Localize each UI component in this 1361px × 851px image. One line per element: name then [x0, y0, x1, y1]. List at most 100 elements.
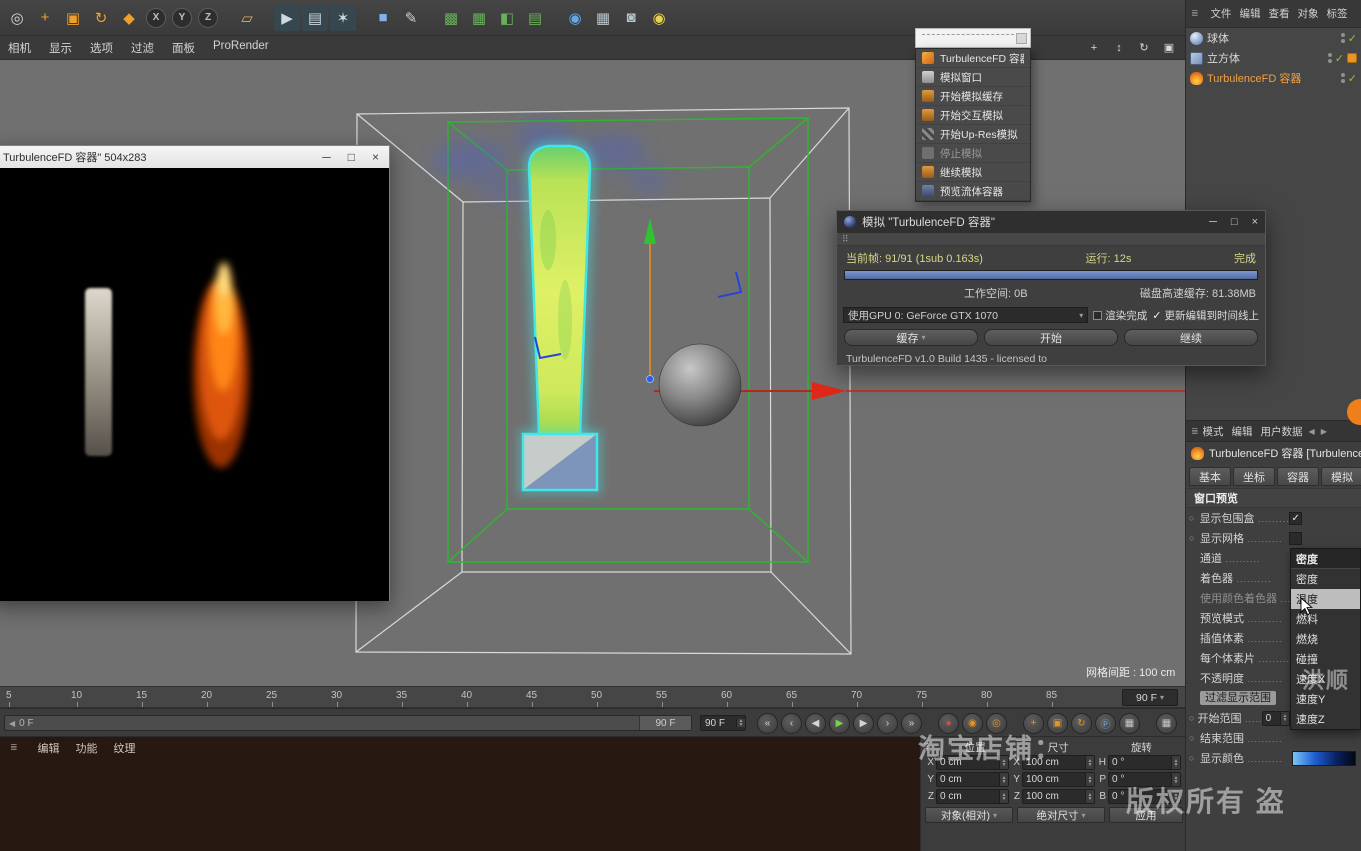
live-selection-icon[interactable]: ◎ — [4, 5, 30, 31]
object-row-sphere[interactable]: 球体 ✓ — [1186, 28, 1361, 48]
viewport-menu-item-4[interactable]: 过滤 — [131, 40, 154, 56]
dialog-grip[interactable]: ⠿ — [837, 233, 1265, 246]
channel-option-8[interactable]: 速度Z — [1291, 709, 1360, 729]
material-menu-2[interactable]: 功能 — [76, 740, 98, 756]
coord-field-2-1[interactable]: 100 cm — [1022, 789, 1095, 804]
om-menu-1[interactable]: 文件 — [1211, 6, 1232, 21]
axis-origin-dot[interactable] — [646, 375, 654, 383]
close-button[interactable]: × — [1252, 216, 1258, 228]
tfd-menu-item-4[interactable]: 开始交互模拟 — [916, 106, 1030, 125]
material-menu-3[interactable]: 纹理 — [114, 740, 136, 756]
am-menu-2[interactable]: 编辑 — [1232, 424, 1253, 439]
animation-dot-icon[interactable]: ○ — [1189, 533, 1200, 543]
slider-handle[interactable]: 90 F — [639, 716, 691, 730]
lock-x-axis-button[interactable]: X — [146, 7, 166, 28]
update-timeline-checkbox[interactable]: ✓ 更新编辑到时间线上 — [1152, 308, 1259, 323]
start-button[interactable]: 开始 — [984, 329, 1118, 346]
material-menu-1[interactable]: 编辑 — [38, 740, 60, 756]
visibility-dots-icon[interactable] — [1327, 53, 1332, 63]
coord-field-1-1[interactable]: 100 cm — [1022, 772, 1095, 787]
minimize-button[interactable]: ─ — [322, 150, 331, 164]
primitive-cube-button[interactable]: ■ — [370, 5, 396, 31]
layout-button[interactable]: ▦ — [1156, 713, 1177, 734]
render-done-checkbox[interactable]: 渲染完成 — [1093, 308, 1147, 323]
next-frame-button[interactable]: ▶ — [853, 713, 874, 734]
tfd-menu-item-2[interactable]: 模拟窗口 — [916, 68, 1030, 87]
gpu-select[interactable]: 使用GPU 0: GeForce GTX 1070 ▾ — [843, 307, 1089, 323]
slider-left-arrow-icon[interactable]: ◀ — [9, 719, 15, 728]
tfd-menu-item-1[interactable]: TurbulenceFD 容器 — [916, 49, 1030, 68]
maximize-view-icon[interactable]: ▣ — [1161, 40, 1177, 56]
last-tool-icon[interactable]: ◆ — [116, 5, 142, 31]
am-menu-1[interactable]: 模式 — [1203, 424, 1224, 439]
timeline-ruler[interactable]: 90 F ▾ 5 10 15 20 25 30 35 40 45 50 55 60 65 70 75 80 85 — [0, 686, 1185, 708]
animation-dot-icon[interactable]: ○ — [1189, 513, 1200, 523]
visibility-dots-icon[interactable] — [1340, 33, 1345, 43]
boole-button[interactable]: ◧ — [494, 5, 520, 31]
viewport-menu-item-6[interactable]: ProRender — [213, 40, 269, 56]
cache-button[interactable]: 缓存 ▾ — [844, 329, 978, 346]
outer-cube-wireframe[interactable] — [355, 107, 852, 655]
om-menu-4[interactable]: 对象 — [1298, 6, 1319, 21]
om-menu-3[interactable]: 查看 — [1269, 6, 1290, 21]
continue-button[interactable]: 继续 — [1124, 329, 1258, 346]
property-checkbox-1[interactable]: ✓ — [1289, 511, 1302, 525]
array-button[interactable]: ▦ — [466, 5, 492, 31]
mode-dropdown[interactable]: 对象(相对) ▾ — [925, 807, 1013, 823]
volume-button[interactable]: ▤ — [522, 5, 548, 31]
next-key-button[interactable]: › — [877, 713, 898, 734]
coordinate-system-button[interactable]: ▱ — [234, 5, 260, 31]
section-header[interactable]: 窗口预览 — [1186, 488, 1361, 508]
timeline-slider[interactable]: ◀ 0 F 90 F — [4, 715, 692, 731]
spinner-icon[interactable] — [999, 773, 1008, 786]
current-frame-box[interactable]: 90 F ▾ — [1122, 689, 1178, 706]
size-mode-dropdown[interactable]: 绝对尺寸 ▾ — [1017, 807, 1105, 823]
viewport-menu-item-1[interactable]: 相机 — [8, 40, 31, 56]
spinner-icon[interactable] — [999, 790, 1008, 803]
y-axis-arrow-icon[interactable] — [644, 218, 656, 244]
sphere-object[interactable] — [658, 343, 742, 427]
animation-dot-icon[interactable]: ○ — [1189, 753, 1200, 763]
camera-button[interactable]: ◙ — [618, 5, 644, 31]
play-button[interactable]: ▶ — [829, 713, 850, 734]
tab-模拟[interactable]: 模拟 — [1321, 467, 1361, 486]
back-arrow-icon[interactable]: ◀ — [1309, 427, 1315, 436]
render-picture-viewer-button[interactable]: ▤ — [302, 4, 328, 31]
tab-基本[interactable]: 基本 — [1189, 467, 1231, 486]
previous-key-button[interactable]: ‹ — [781, 713, 802, 734]
forward-arrow-icon[interactable]: ▶ — [1321, 427, 1327, 436]
close-button[interactable]: × — [372, 150, 379, 164]
om-menu-5[interactable]: 标签 — [1327, 6, 1348, 21]
plane-handle-icon[interactable] — [717, 271, 743, 298]
display-color-gradient[interactable] — [1292, 750, 1356, 766]
floor-button[interactable]: ▦ — [590, 5, 616, 31]
spinner-icon[interactable] — [736, 719, 745, 727]
spinner-icon[interactable] — [1085, 756, 1094, 769]
x-axis-arrow-icon[interactable] — [812, 382, 846, 400]
start-range-field[interactable]: 0 — [1261, 710, 1290, 726]
object-row-cube[interactable]: 立方体 ✓ — [1186, 48, 1361, 68]
tfd-menu-item-6[interactable]: 停止模拟 — [916, 144, 1030, 163]
subdivision-surface-button[interactable]: ▩ — [438, 5, 464, 31]
tfd-menu-item-3[interactable]: 开始模拟缓存 — [916, 87, 1030, 106]
record-rotation-button[interactable]: ↻ — [1071, 713, 1092, 734]
viewport-menu-item-5[interactable]: 面板 — [172, 40, 195, 56]
maximize-button[interactable]: □ — [1231, 216, 1238, 228]
coord-field-0-2[interactable]: 0 ° — [1108, 755, 1181, 770]
go-to-start-button[interactable]: « — [757, 713, 778, 734]
tfd-menu-item-7[interactable]: 继续模拟 — [916, 163, 1030, 182]
close-icon[interactable] — [1016, 33, 1027, 44]
frame-field[interactable]: 90 F — [700, 715, 746, 731]
om-menu-2[interactable]: 编辑 — [1240, 6, 1261, 21]
pen-tool-button[interactable]: ✎ — [398, 5, 424, 31]
channel-dropdown-value[interactable]: 密度 — [1291, 549, 1360, 569]
field-button[interactable]: ◉ — [562, 5, 588, 31]
lock-y-axis-button[interactable]: Y — [172, 7, 192, 28]
tfd-menu-item-8[interactable]: 预览流体容器 — [916, 182, 1030, 201]
tab-容器[interactable]: 容器 — [1277, 467, 1319, 486]
tfd-menu-item-5[interactable]: 开始Up-Res模拟 — [916, 125, 1030, 144]
fire-column[interactable] — [527, 144, 592, 436]
maximize-button[interactable]: □ — [348, 150, 355, 164]
scale-tool-icon[interactable]: ▣ — [60, 5, 86, 31]
spinner-icon[interactable] — [1280, 711, 1289, 725]
